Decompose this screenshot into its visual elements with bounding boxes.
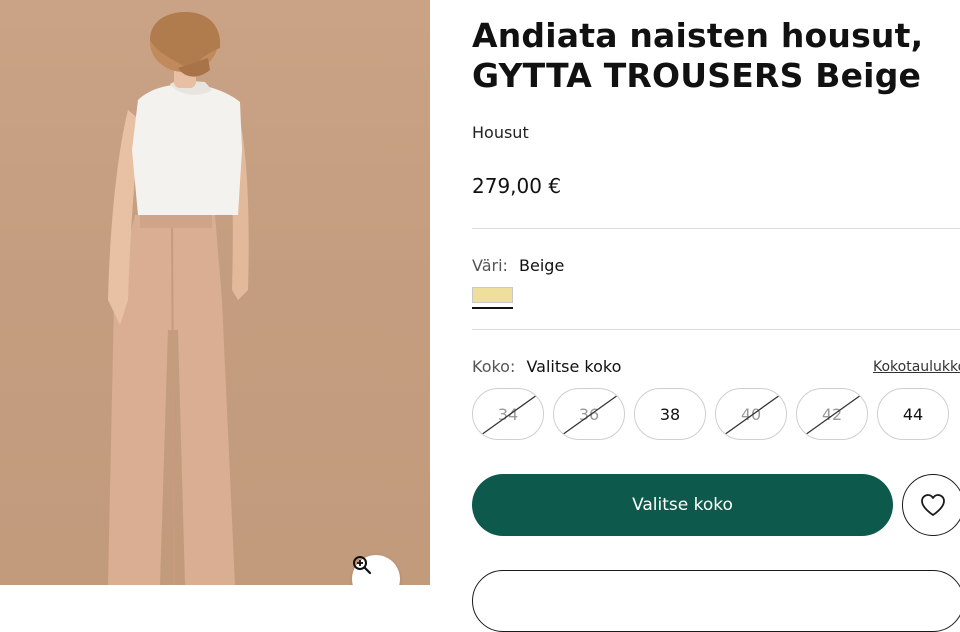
size-option-label: 34 <box>497 404 519 424</box>
size-option-38[interactable]: 38 <box>634 388 706 440</box>
size-option-44[interactable]: 44 <box>877 388 949 440</box>
color-label: Väri: <box>472 256 508 275</box>
product-image[interactable] <box>0 0 430 585</box>
size-option-label: 42 <box>821 404 843 424</box>
size-option-label: 38 <box>659 404 681 424</box>
zoom-in-icon <box>353 556 372 575</box>
divider <box>472 329 960 330</box>
selected-size: Valitse koko <box>526 357 622 376</box>
divider <box>472 228 960 229</box>
heart-icon <box>921 494 945 516</box>
size-option-36[interactable]: 36 <box>553 388 625 440</box>
color-swatch-beige[interactable] <box>472 287 513 309</box>
size-option-40[interactable]: 40 <box>715 388 787 440</box>
product-info-panel: Andiata naisten housut, GYTTA TROUSERS B… <box>472 0 960 632</box>
color-swatch-fill <box>472 287 513 303</box>
product-photo-illustration <box>108 12 249 585</box>
size-option-label: 36 <box>578 404 600 424</box>
color-selector-label: Väri: Beige <box>472 256 564 275</box>
product-price: 279,00 € <box>472 174 562 198</box>
size-option-42[interactable]: 42 <box>796 388 868 440</box>
size-chart-link[interactable]: Kokotaulukko <box>873 359 960 375</box>
size-selector-label: Koko: Valitse koko <box>472 357 621 376</box>
product-category: Housut <box>472 123 529 142</box>
size-option-label: 40 <box>740 404 762 424</box>
size-options: 34 36 38 40 42 44 <box>472 388 949 440</box>
choose-size-button[interactable]: Valitse koko <box>472 474 893 536</box>
product-title: Andiata naisten housut, GYTTA TROUSERS B… <box>472 16 924 95</box>
size-label: Koko: <box>472 357 516 376</box>
wishlist-button[interactable] <box>902 474 960 536</box>
size-option-label: 44 <box>902 404 924 424</box>
size-option-34[interactable]: 34 <box>472 388 544 440</box>
secondary-action-button[interactable] <box>472 570 960 632</box>
selected-color: Beige <box>519 256 565 275</box>
